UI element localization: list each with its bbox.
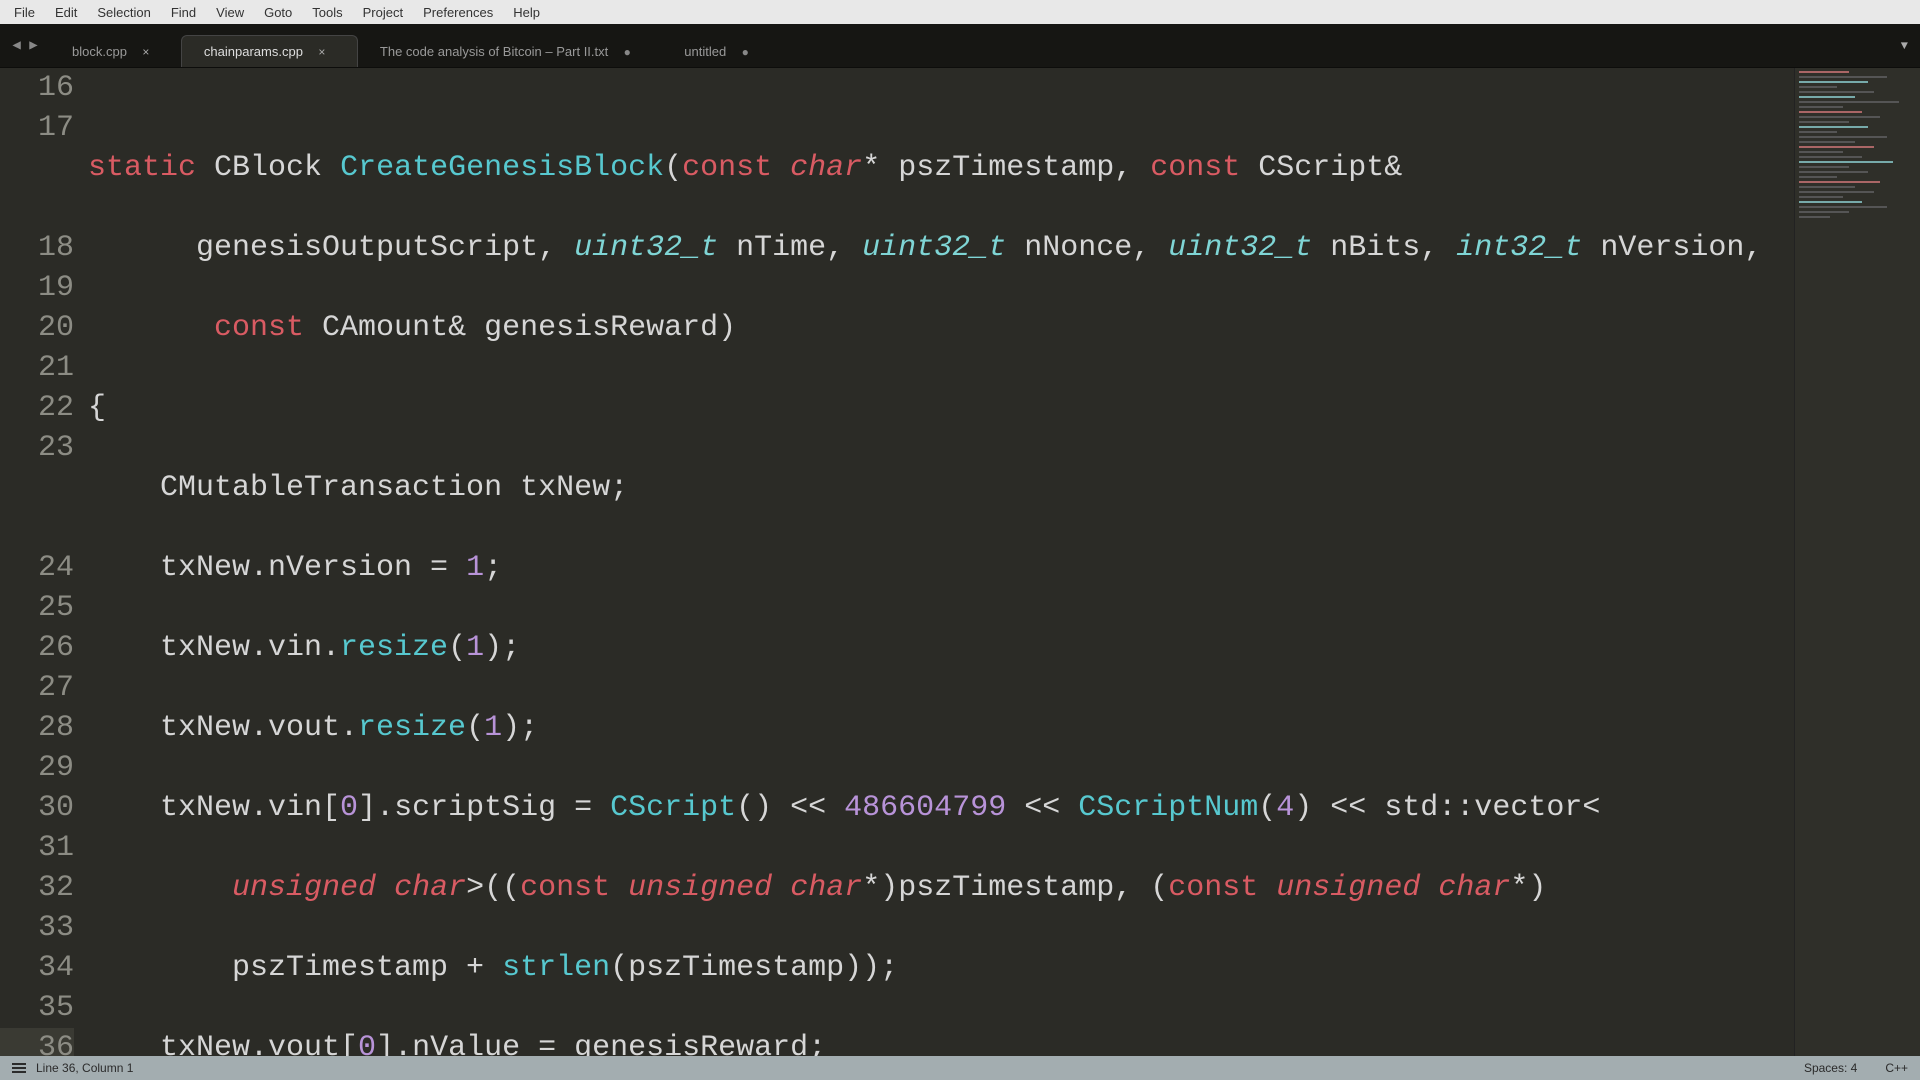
line-number-gutter: 16 17 18 19 20 21 22 23 24 25 26 27 28 2… xyxy=(0,68,88,1056)
close-icon[interactable]: × xyxy=(317,45,327,59)
code-line: genesisOutputScript, uint32_t nTime, uin… xyxy=(88,228,1794,268)
menu-tools[interactable]: Tools xyxy=(302,2,352,23)
code-line: static CBlock CreateGenesisBlock(const c… xyxy=(88,148,1794,188)
code-editor[interactable]: static CBlock CreateGenesisBlock(const c… xyxy=(88,68,1794,1056)
tab-overflow-icon[interactable]: ▼ xyxy=(1897,35,1912,57)
tab-chainparams-cpp[interactable]: chainparams.cpp × xyxy=(181,35,358,67)
code-line: txNew.nVersion = 1; xyxy=(88,548,1794,588)
tab-label: untitled xyxy=(684,44,726,59)
tab-label: The code analysis of Bitcoin – Part II.t… xyxy=(380,44,608,59)
syntax-language[interactable]: C++ xyxy=(1885,1061,1908,1075)
tab-bar: ◀ ▶ block.cpp × chainparams.cpp × The co… xyxy=(0,24,1920,68)
tab-label: chainparams.cpp xyxy=(204,44,303,59)
code-line: pszTimestamp + strlen(pszTimestamp)); xyxy=(88,948,1794,988)
tab-untitled[interactable]: untitled ● xyxy=(662,36,780,67)
status-bar: Line 36, Column 1 Spaces: 4 C++ xyxy=(0,1056,1920,1080)
tab-nav-buttons[interactable]: ◀ ▶ xyxy=(0,24,50,67)
code-line: txNew.vin.resize(1); xyxy=(88,628,1794,668)
close-icon[interactable]: × xyxy=(141,45,151,59)
code-line: unsigned char>((const unsigned char*)psz… xyxy=(88,868,1794,908)
menu-find[interactable]: Find xyxy=(161,2,206,23)
dirty-icon: ● xyxy=(622,45,632,59)
tab-code-analysis-txt[interactable]: The code analysis of Bitcoin – Part II.t… xyxy=(358,36,662,67)
menu-selection[interactable]: Selection xyxy=(87,2,160,23)
code-line: CMutableTransaction txNew; xyxy=(88,468,1794,508)
code-line: txNew.vin[0].scriptSig = CScript() << 48… xyxy=(88,788,1794,828)
tab-label: block.cpp xyxy=(72,44,127,59)
menu-bar: File Edit Selection Find View Goto Tools… xyxy=(0,0,1920,24)
menu-project[interactable]: Project xyxy=(353,2,413,23)
tab-block-cpp[interactable]: block.cpp × xyxy=(50,36,181,67)
cursor-position[interactable]: Line 36, Column 1 xyxy=(36,1061,133,1075)
indent-setting[interactable]: Spaces: 4 xyxy=(1804,1061,1857,1075)
menu-goto[interactable]: Goto xyxy=(254,2,302,23)
code-line: const CAmount& genesisReward) xyxy=(88,308,1794,348)
menu-view[interactable]: View xyxy=(206,2,254,23)
menu-file[interactable]: File xyxy=(4,2,45,23)
minimap[interactable] xyxy=(1794,68,1920,1056)
hamburger-icon[interactable] xyxy=(12,1063,26,1073)
code-line: txNew.vout.resize(1); xyxy=(88,708,1794,748)
editor-area: 16 17 18 19 20 21 22 23 24 25 26 27 28 2… xyxy=(0,68,1920,1056)
menu-preferences[interactable]: Preferences xyxy=(413,2,503,23)
menu-edit[interactable]: Edit xyxy=(45,2,87,23)
code-line: txNew.vout[0].nValue = genesisReward; xyxy=(88,1028,1794,1056)
menu-help[interactable]: Help xyxy=(503,2,550,23)
dirty-icon: ● xyxy=(740,45,750,59)
code-line: { xyxy=(88,388,1794,428)
